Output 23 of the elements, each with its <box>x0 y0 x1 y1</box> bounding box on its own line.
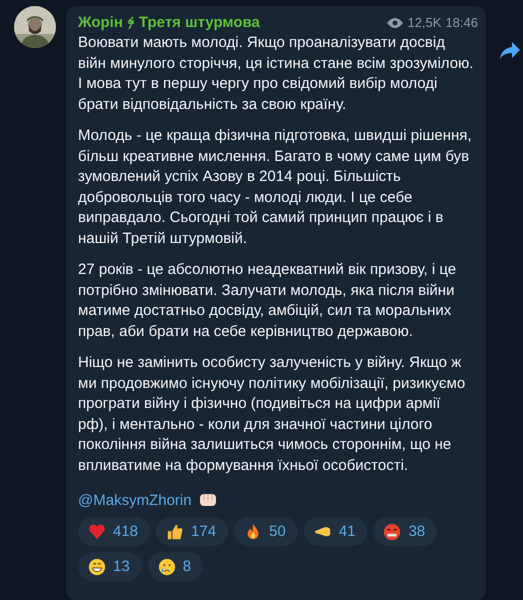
reaction-button[interactable]: 8 <box>148 552 204 581</box>
fist-icon <box>198 491 218 509</box>
message-paragraph: Ніщо не замінить особисту залученість у війну. Якщо ж ми продовжимо існуючу політику мобілізації, ризикуємо програти війну і фізично (подивіться на цифри армії рф), і ментально - коли для значної частини цілого покоління війна залишиться чимось стороннім, що не впливатиме на формування їхньої особистості. <box>78 353 466 476</box>
reaction-button[interactable]: 38 <box>373 517 438 546</box>
message-paragraph: Молодь - це краща фізична підготовка, швидші рішення, більш креативне мислення. Багато в чому саме цим був зумовлений успіх Азову в 2014 році. Більшість добровольців того часу - молоді люди. І це себе виправдало. Сьогодні той самий принцип працює і в нашій Третій штурмовій. <box>78 126 473 248</box>
angry-face-icon <box>383 522 402 540</box>
channel-name: Третя штурмова <box>138 14 260 31</box>
reaction-button[interactable]: 174 <box>156 517 228 546</box>
crying-face-icon <box>158 558 176 576</box>
mention-link[interactable]: @MaksymZhorin <box>78 492 192 508</box>
reaction-button[interactable]: 50 <box>234 517 298 546</box>
reaction-button[interactable]: 13 <box>78 552 142 581</box>
view-count: 12,5K <box>407 15 442 30</box>
reaction-button[interactable]: 418 <box>78 517 150 546</box>
message-paragraph: 27 років - це абсолютно неадекватний вік призову, і це потрібно змінювати. Залучати молодь, яка після війни матиме достатньо досвіду, амбіцій, сил та моральних прав, аби брати на себе керівництво державою. <box>78 260 458 342</box>
eye-icon <box>387 18 404 28</box>
thumbs-up-icon <box>166 522 184 540</box>
message-time: 18:46 <box>445 15 478 30</box>
reaction-button[interactable]: 41 <box>304 517 368 546</box>
heart-icon <box>88 522 106 540</box>
channel-name: Жорін <box>78 14 123 31</box>
message-paragraph: Воювати мають молоді. Якщо проаналізувати досвід війн минулого сторіччя, ця істина стане всім зрозумілою. І мова тут в першу чергу про свідомий вибір молоді брати відповідальність за свою країну. <box>78 33 474 114</box>
grinning-face-icon <box>88 558 106 576</box>
